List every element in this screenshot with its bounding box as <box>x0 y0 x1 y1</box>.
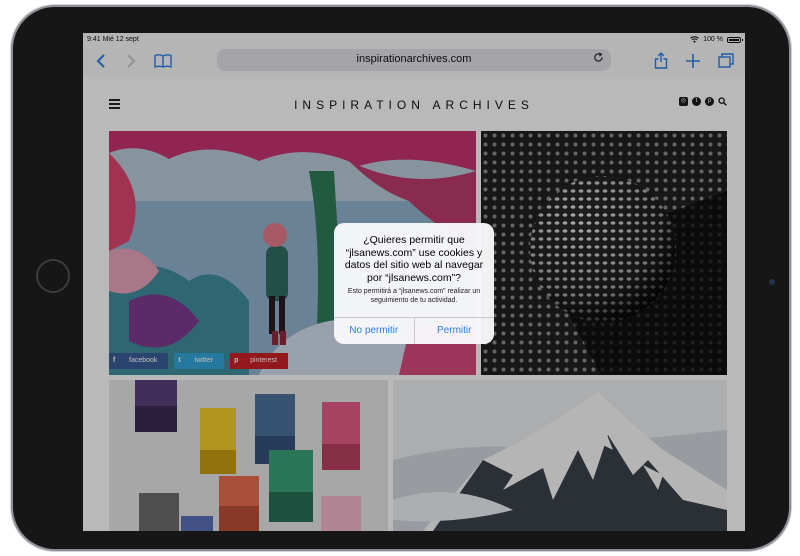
cookies-permission-dialog: ¿Quieres permitir que “jlsanews.com” use… <box>334 223 494 344</box>
dialog-buttons: No permitir Permitir <box>334 317 494 344</box>
screen: 9:41 Mié 12 sept 100 % inspirationarchiv… <box>83 33 745 531</box>
ipad-frame: 9:41 Mié 12 sept 100 % inspirationarchiv… <box>13 7 789 549</box>
front-camera <box>769 279 775 285</box>
deny-button[interactable]: No permitir <box>334 318 414 344</box>
home-button[interactable] <box>36 259 70 293</box>
dialog-message: Esto permitirá a “jlsanews.com” realizar… <box>347 288 481 304</box>
dialog-title: ¿Quieres permitir que “jlsanews.com” use… <box>344 234 484 284</box>
allow-button[interactable]: Permitir <box>413 318 495 344</box>
